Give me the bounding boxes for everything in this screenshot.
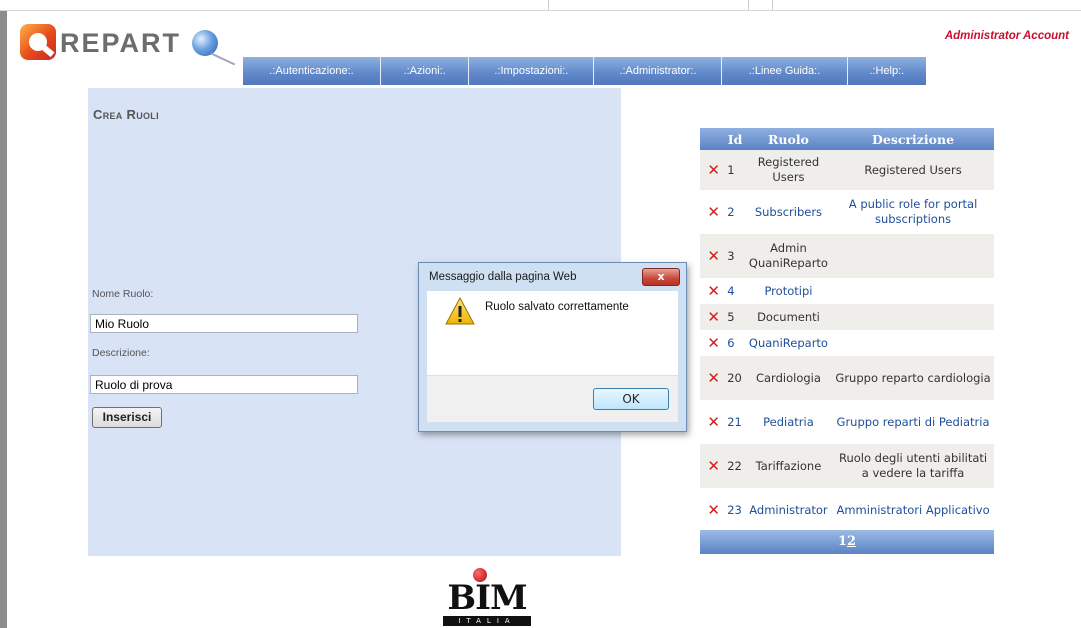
delete-icon[interactable]: ✕: [700, 278, 725, 304]
nav-autenticazione[interactable]: .:Autenticazione:.: [243, 57, 381, 85]
row-role[interactable]: QuaniReparto: [745, 330, 832, 356]
delete-icon[interactable]: ✕: [700, 304, 726, 330]
row-id: 21: [727, 414, 742, 429]
table-row: ✕ 21 Pediatria Gruppo reparti di Pediatr…: [700, 400, 994, 444]
row-description: Amministratori Applicativo: [836, 502, 990, 517]
table-row: ✕ 1 Registered Users Registered Users: [700, 150, 994, 190]
row-id: 5: [725, 304, 745, 330]
table-header-row: Id Ruolo Descrizione: [700, 128, 994, 150]
header-description[interactable]: Descrizione: [832, 128, 994, 150]
bim-italia-logo: BIM ITALIA: [443, 568, 531, 628]
alert-dialog: Messaggio dalla pagina Web x Ruolo salva…: [418, 262, 687, 432]
page-1-link[interactable]: 1: [838, 534, 847, 549]
row-role: Admin QuaniReparto: [744, 234, 833, 278]
left-window-bar: [0, 11, 7, 628]
table-pager: 12: [700, 530, 994, 554]
row-description: Gruppo reparto cardiologia: [832, 356, 994, 400]
globe-icon: [192, 30, 218, 56]
page-2-link[interactable]: 2: [847, 534, 856, 549]
row-description: Ruolo degli utenti abilitati a vedere la…: [832, 444, 994, 488]
row-role: Documenti: [744, 304, 833, 330]
role-name-label: Nome Ruolo:: [92, 288, 154, 300]
ok-button[interactable]: OK: [593, 388, 669, 410]
app-logo: REPART: [20, 24, 240, 70]
row-role[interactable]: Administrator: [745, 488, 832, 532]
row-description: [832, 278, 994, 304]
warning-icon: [445, 296, 475, 328]
table-row: ✕ 23 Administrator Amministratori Applic…: [700, 488, 994, 532]
nav-linee-guida[interactable]: .:Linee Guida:.: [722, 57, 848, 85]
row-description: [832, 234, 994, 278]
row-role[interactable]: Subscribers: [745, 190, 832, 234]
table-row: ✕ 4 Prototipi: [700, 278, 994, 304]
main-nav: .:Autenticazione:. .:Azioni:. .:Impostaz…: [243, 57, 926, 85]
row-id: 2: [727, 204, 735, 219]
roles-table: Id Ruolo Descrizione ✕ 1 Registered User…: [700, 128, 994, 532]
dialog-message: Ruolo salvato correttamente: [485, 301, 629, 313]
role-description-label: Descrizione:: [92, 347, 150, 359]
nav-azioni[interactable]: .:Azioni:.: [380, 57, 470, 85]
table-row: ✕ 2 Subscribers A public role for portal…: [700, 190, 994, 234]
dialog-footer: OK: [427, 375, 678, 422]
logo-wire: [210, 52, 236, 66]
logo-q-icon: [20, 24, 56, 60]
row-id: 3: [725, 234, 745, 278]
row-id: 6: [727, 335, 735, 350]
role-description-input[interactable]: [90, 375, 358, 394]
dialog-title: Messaggio dalla pagina Web: [429, 271, 577, 283]
browser-top-strip: [0, 0, 1081, 11]
table-row: ✕ 6 QuaniReparto: [700, 330, 994, 356]
delete-icon[interactable]: ✕: [700, 356, 726, 400]
logo-bim-text: BIM: [447, 578, 527, 618]
nav-help[interactable]: .:Help:.: [847, 57, 926, 85]
row-role[interactable]: Prototipi: [745, 278, 832, 304]
row-description: [832, 330, 994, 356]
delete-icon[interactable]: ✕: [700, 444, 726, 488]
strip-divider: [748, 0, 749, 10]
row-description: A public role for portal subscriptions: [848, 197, 978, 226]
delete-icon[interactable]: ✕: [700, 190, 725, 234]
table-row: ✕ 20 Cardiologia Gruppo reparto cardiolo…: [700, 356, 994, 400]
account-label[interactable]: Administrator Account: [945, 30, 1069, 42]
insert-button[interactable]: Inserisci: [92, 407, 162, 428]
logo-italia-text: ITALIA: [443, 616, 531, 626]
row-description: Registered Users: [832, 150, 994, 190]
delete-icon[interactable]: ✕: [700, 234, 726, 278]
row-description: Gruppo reparti di Pediatria: [836, 414, 990, 429]
header-delete: [700, 128, 726, 150]
row-role: Registered Users: [744, 150, 833, 190]
delete-icon[interactable]: ✕: [700, 330, 725, 356]
nav-administrator[interactable]: .:Administrator:.: [594, 57, 723, 85]
table-row: ✕ 3 Admin QuaniReparto: [700, 234, 994, 278]
nav-impostazioni[interactable]: .:Impostazioni:.: [469, 57, 595, 85]
row-role: Cardiologia: [744, 356, 833, 400]
row-id: 4: [727, 283, 735, 298]
role-name-input[interactable]: [90, 314, 358, 333]
strip-divider: [548, 0, 549, 10]
header-id[interactable]: Id: [725, 128, 745, 150]
delete-icon[interactable]: ✕: [700, 488, 725, 532]
row-id: 23: [727, 502, 742, 517]
header-role[interactable]: Ruolo: [744, 128, 833, 150]
row-id: 1: [725, 150, 745, 190]
row-id: 20: [725, 356, 745, 400]
table-row: ✕ 22 Tariffazione Ruolo degli utenti abi…: [700, 444, 994, 488]
page-title: Crea Ruoli: [93, 107, 159, 122]
table-row: ✕ 5 Documenti: [700, 304, 994, 330]
row-description: [832, 304, 994, 330]
row-role: Tariffazione: [744, 444, 833, 488]
close-icon[interactable]: x: [642, 268, 680, 286]
delete-icon[interactable]: ✕: [700, 400, 725, 444]
strip-divider: [772, 0, 773, 10]
delete-icon[interactable]: ✕: [700, 150, 726, 190]
row-id: 22: [725, 444, 745, 488]
logo-text: REPART: [60, 28, 182, 58]
row-role[interactable]: Pediatria: [745, 400, 832, 444]
